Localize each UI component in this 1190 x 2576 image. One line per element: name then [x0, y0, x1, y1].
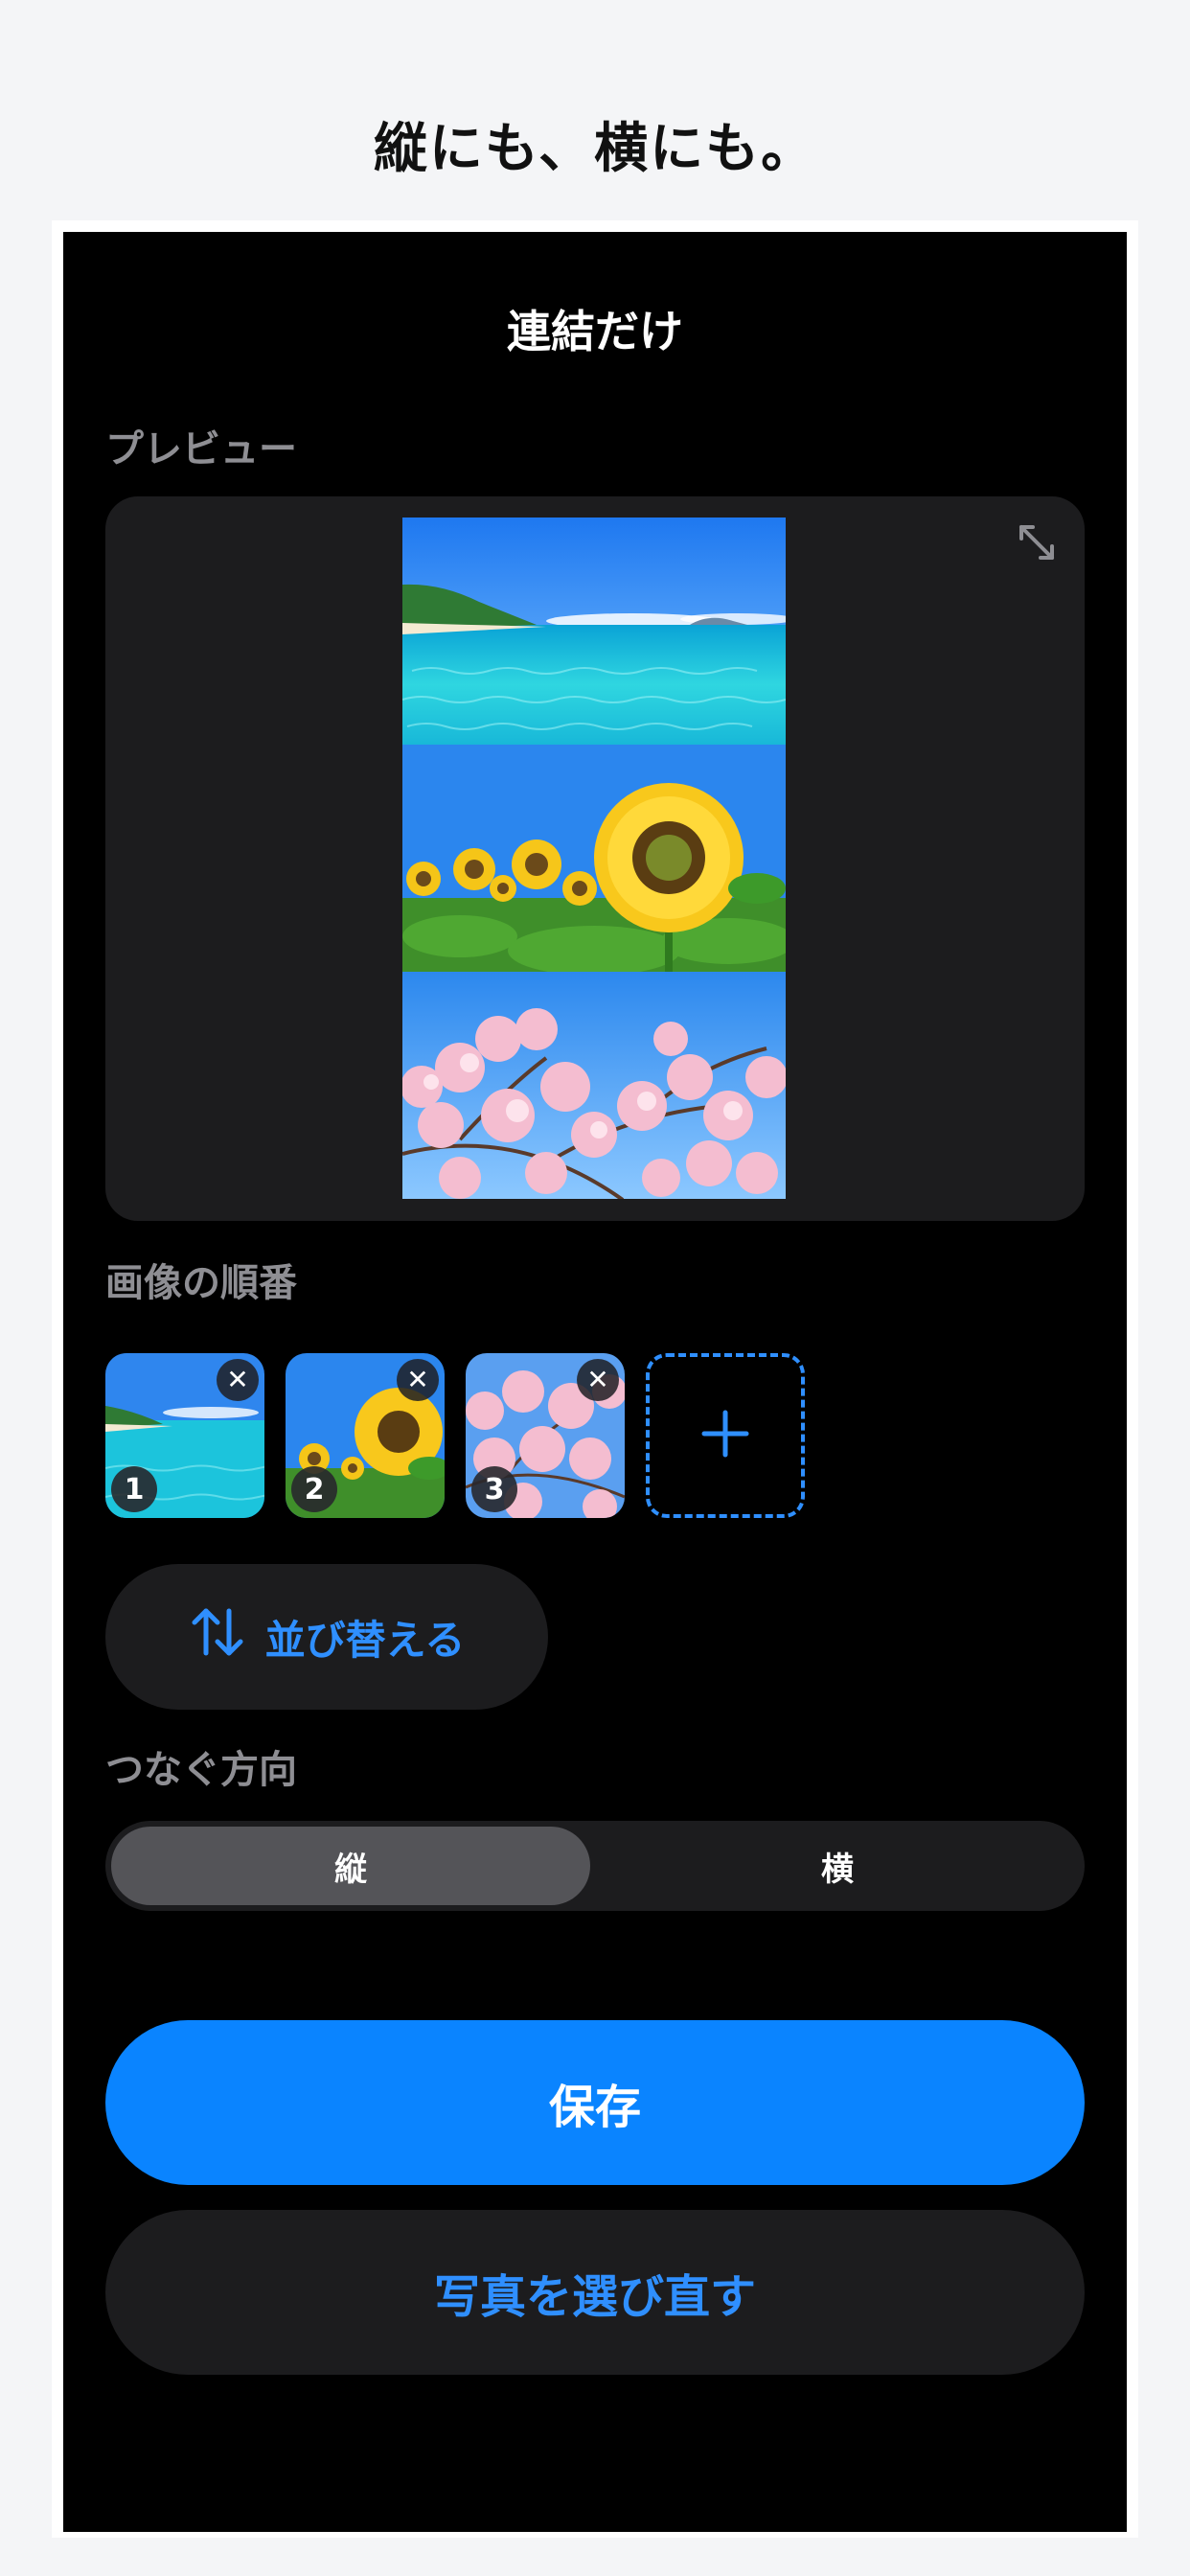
close-icon: ✕	[226, 1364, 249, 1395]
thumbnail-row: ✕ 1 ✕ 2 ✕ 3	[105, 1353, 1085, 1522]
plus-icon	[698, 1407, 752, 1464]
add-image-button[interactable]	[646, 1353, 805, 1518]
swap-vertical-icon	[189, 1605, 246, 1668]
direction-option-horizontal[interactable]: 横	[598, 1827, 1077, 1905]
thumbnail-beach[interactable]: ✕ 1	[105, 1353, 264, 1518]
direction-option-vertical[interactable]: 縦	[111, 1827, 590, 1905]
thumbnail-number: 1	[111, 1466, 157, 1512]
preview-image-sunflowers	[402, 745, 786, 972]
thumbnail-number: 2	[291, 1466, 337, 1512]
preview-image-beach	[402, 518, 786, 745]
stitched-preview-image[interactable]	[402, 518, 786, 1200]
nav-title: 連結だけ	[507, 306, 683, 357]
expand-preview-button[interactable]	[1006, 514, 1067, 575]
thumbnail-sunflowers[interactable]: ✕ 2	[286, 1353, 445, 1518]
direction-segmented-control: 縦 横	[105, 1821, 1085, 1911]
thumbnail-number: 3	[471, 1466, 517, 1512]
preview-card	[105, 496, 1085, 1221]
reselect-photos-button[interactable]: 写真を選び直す	[105, 2210, 1085, 2375]
order-label: 画像の順番	[105, 1261, 297, 1305]
direction-label: つなぐ方向	[105, 1748, 297, 1792]
save-button[interactable]: 保存	[105, 2020, 1085, 2185]
close-icon: ✕	[406, 1364, 429, 1395]
thumbnail-cherry-blossoms[interactable]: ✕ 3	[466, 1353, 625, 1518]
promo-headline: 縦にも、横にも。	[373, 118, 817, 180]
remove-image-button[interactable]: ✕	[397, 1359, 439, 1401]
reorder-button[interactable]: 並び替える	[105, 1564, 548, 1710]
reorder-label: 並び替える	[264, 1616, 466, 1664]
app-screen: 連結だけ プレビュー 画像の順番 ✕ 1 ✕ 2 ✕ 3 並び替える つなぐ方向…	[63, 232, 1127, 2532]
preview-label: プレビュー	[105, 427, 297, 472]
expand-arrows-icon	[1016, 521, 1058, 567]
remove-image-button[interactable]: ✕	[217, 1359, 259, 1401]
remove-image-button[interactable]: ✕	[577, 1359, 619, 1401]
preview-image-cherry-blossoms	[402, 972, 786, 1199]
close-icon: ✕	[586, 1364, 609, 1395]
